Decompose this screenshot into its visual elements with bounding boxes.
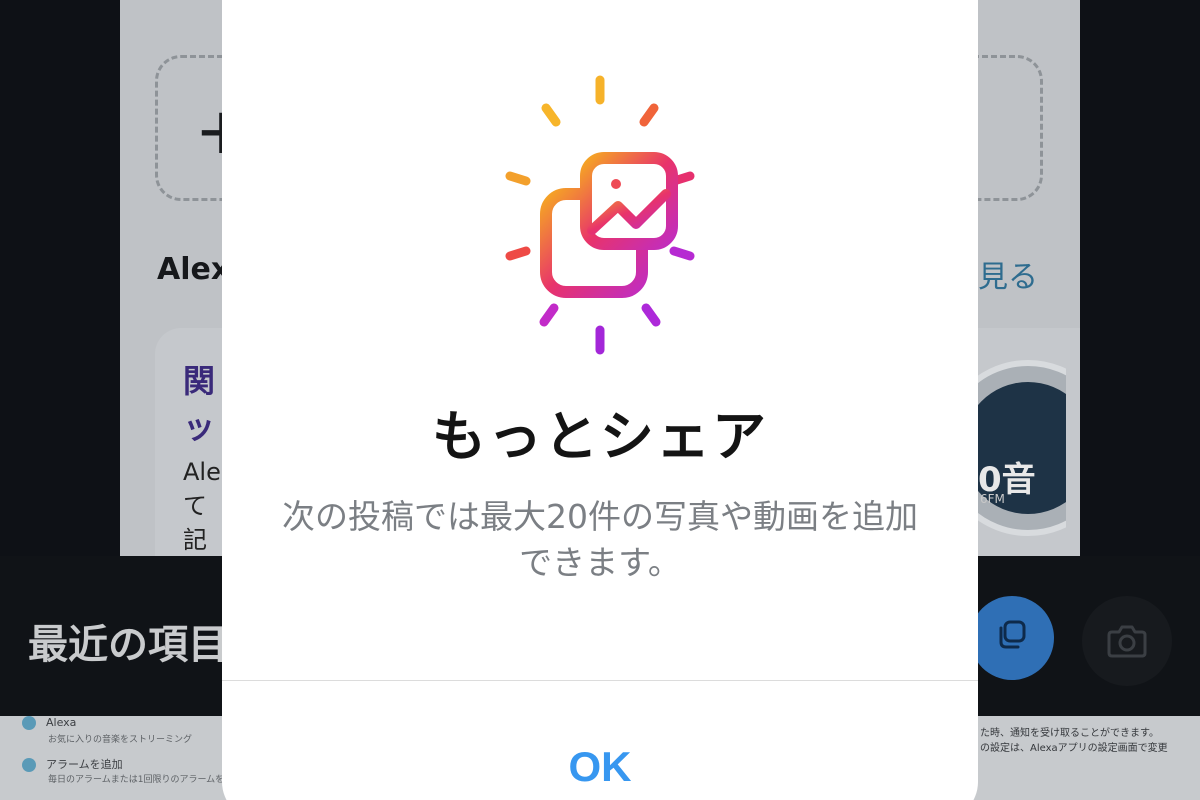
promo-body-line2: て記 bbox=[183, 492, 207, 554]
list-right-text: た時、通知を受け取ることができます。 の設定は、Alexaアプリの設定画面で変更 bbox=[980, 728, 1168, 754]
dialog-title: もっとシェア bbox=[432, 405, 768, 468]
disc-subtext: 6FM bbox=[980, 492, 1005, 506]
list-item-subtitle: お気に入りの音楽をストリーミング bbox=[48, 735, 193, 745]
list-item-title: アラームを追加 bbox=[46, 758, 123, 771]
multi-select-button bbox=[970, 596, 1054, 680]
camera-icon bbox=[1107, 625, 1147, 658]
list-item-icon bbox=[22, 716, 36, 730]
camera-button bbox=[1082, 596, 1172, 686]
ok-button[interactable]: OK bbox=[222, 681, 978, 800]
promo-title: 関ッ bbox=[183, 358, 223, 450]
list-item-subtitle: 毎日のアラームまたは1回限りのアラームを bbox=[48, 775, 225, 785]
section-heading: Alex bbox=[157, 252, 231, 287]
recent-items-label: 最近の項目 bbox=[28, 622, 228, 668]
see-all-link: 見る bbox=[978, 260, 1038, 295]
list-item-title: Alexa bbox=[46, 716, 77, 729]
list-item: アラームを追加 bbox=[22, 756, 123, 772]
promo-title-line2: ッ bbox=[183, 408, 216, 446]
screen: + : Alex 見る 関ッ Aleて記 0音 6FM 最近の項目 Alexa … bbox=[0, 0, 1200, 800]
list-item: Alexa bbox=[22, 716, 76, 730]
dialog-message: 次の投稿では最大20件の写真や動画を追加できます。 bbox=[282, 497, 918, 582]
promo-body-line1: Ale bbox=[183, 458, 221, 486]
list-item-icon bbox=[22, 758, 36, 772]
promo-body: Ale て記 bbox=[183, 455, 223, 557]
share-more-dialog: もっとシェア 次の投稿では最大20件の写真や動画を追加できます。 OK bbox=[222, 0, 978, 800]
ok-button-label: OK bbox=[568, 743, 632, 790]
multi-select-icon bbox=[999, 620, 1026, 649]
promo-title-line1: 関 bbox=[183, 362, 216, 400]
multiple-photos-icon bbox=[505, 75, 695, 355]
